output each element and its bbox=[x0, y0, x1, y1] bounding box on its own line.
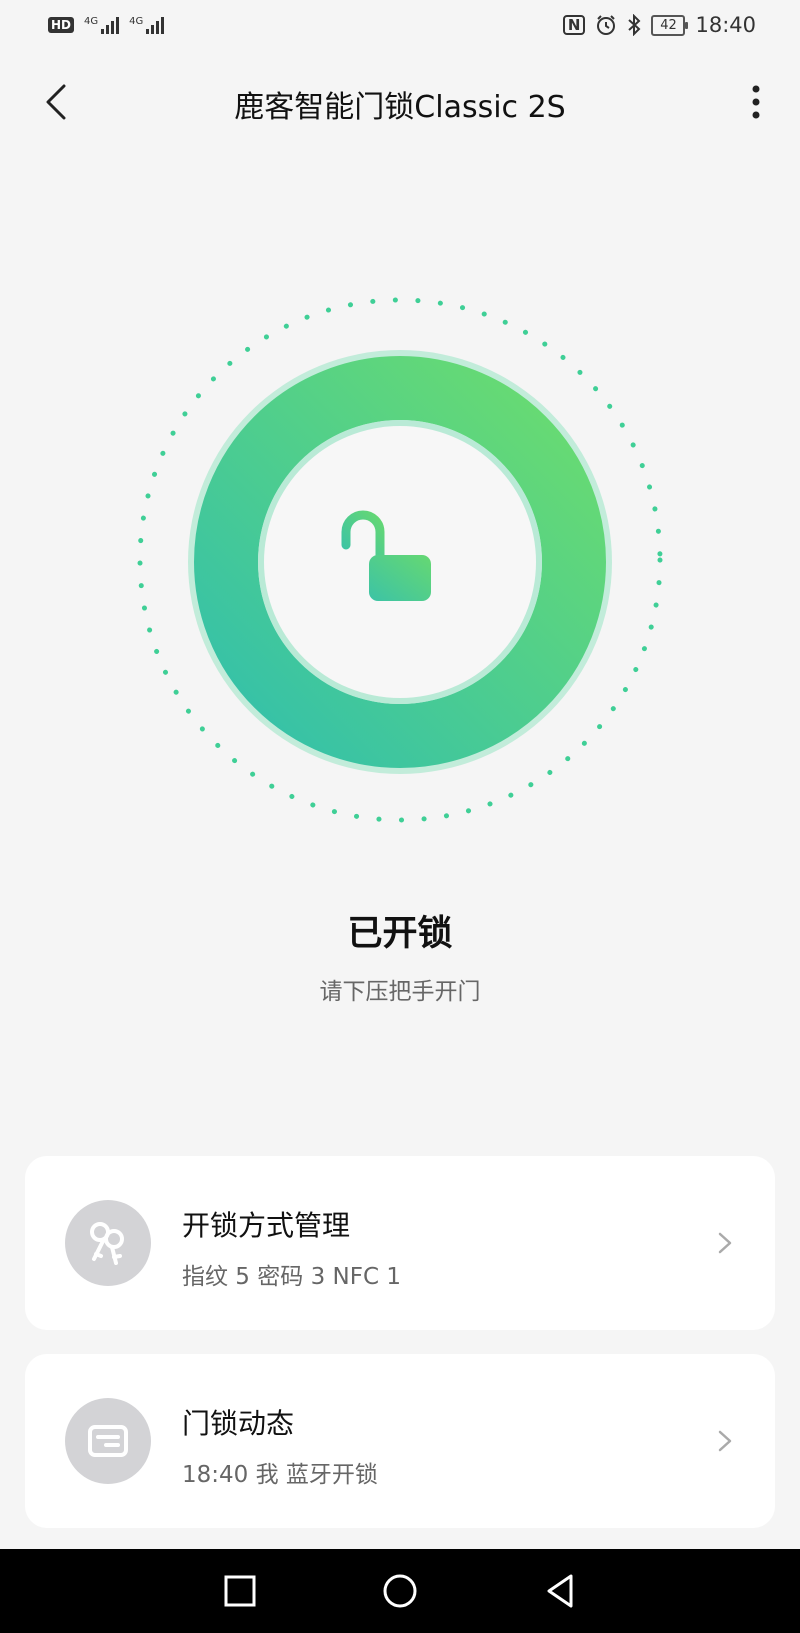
system-nav-bar bbox=[0, 1549, 800, 1633]
log-card-icon bbox=[65, 1398, 151, 1484]
status-bar-left: HD 4G 4G bbox=[48, 15, 165, 34]
signal-label-2: 4G bbox=[129, 15, 144, 27]
lock-hint: 请下压把手开门 bbox=[319, 979, 481, 1005]
hd-voice-icon: HD bbox=[48, 17, 75, 33]
more-options-button[interactable] bbox=[732, 78, 780, 126]
signal-icon: 4G bbox=[84, 15, 120, 34]
lock-control[interactable] bbox=[136, 296, 664, 824]
status-bar: HD 4G 4G N 42 18:40 bbox=[0, 0, 800, 50]
nfc-icon: N bbox=[562, 15, 586, 35]
signal-icon-2: 4G bbox=[129, 15, 165, 34]
unlock-methods-card[interactable]: 开锁方式管理 指纹 5 密码 3 NFC 1 bbox=[25, 1156, 775, 1330]
lock-ring-graphic bbox=[137, 297, 663, 823]
signal-label: 4G bbox=[84, 15, 99, 27]
page-title: 鹿客智能门锁Classic 2S bbox=[234, 90, 566, 125]
lock-activity-latest: 18:40 我 蓝牙开锁 bbox=[182, 1462, 378, 1488]
lock-activity-title: 门锁动态 bbox=[182, 1407, 295, 1440]
battery-icon: 42 bbox=[651, 14, 689, 36]
status-bar-right: N 42 18:40 bbox=[562, 13, 756, 37]
unlock-methods-summary: 指纹 5 密码 3 NFC 1 bbox=[182, 1264, 401, 1290]
chevron-right-icon bbox=[718, 1430, 732, 1452]
chevron-right-icon bbox=[718, 1232, 732, 1254]
lock-status: 已开锁 bbox=[347, 914, 453, 954]
unlock-methods-title: 开锁方式管理 bbox=[182, 1209, 351, 1242]
more-vertical-icon bbox=[752, 85, 760, 119]
keys-icon bbox=[65, 1200, 151, 1286]
bluetooth-icon bbox=[628, 14, 641, 36]
recent-apps-icon[interactable] bbox=[218, 1569, 262, 1613]
alarm-icon bbox=[597, 15, 616, 35]
header: 鹿客智能门锁Classic 2S bbox=[0, 60, 800, 144]
status-time: 18:40 bbox=[695, 13, 756, 37]
nav-back-icon[interactable] bbox=[538, 1569, 582, 1613]
lock-activity-card[interactable]: 门锁动态 18:40 我 蓝牙开锁 bbox=[25, 1354, 775, 1528]
home-icon[interactable] bbox=[378, 1569, 422, 1613]
